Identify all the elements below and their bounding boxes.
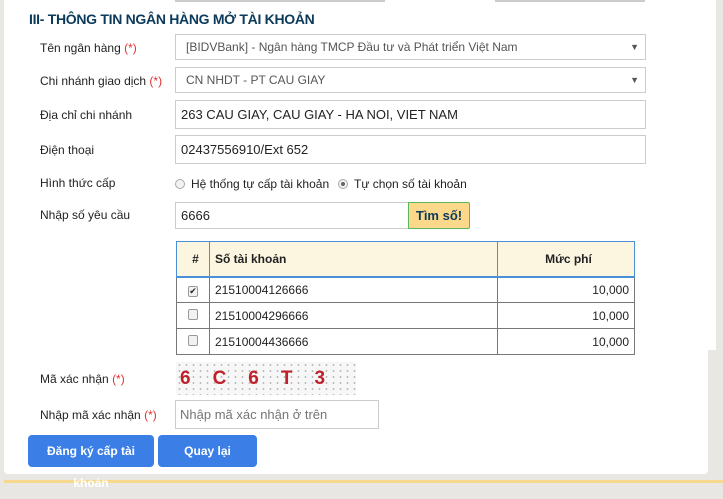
address-label: Địa chỉ chi nhánh (40, 108, 133, 122)
fee: 10,000 (497, 328, 635, 355)
chevron-down-icon: ▼ (630, 42, 639, 52)
row-checkbox[interactable] (188, 334, 198, 346)
fee: 10,000 (497, 302, 635, 329)
account-number: 21510004296666 (209, 302, 498, 329)
radio-selected-icon (338, 179, 348, 189)
account-number: 21510004436666 (209, 328, 498, 355)
col-index: # (176, 241, 210, 278)
back-button[interactable]: Quay lại (158, 435, 257, 467)
panel-edge (708, 0, 716, 350)
phone-label: Điện thoại (40, 143, 95, 157)
branch-select[interactable]: CN NHDT - PT CAU GIAY ▼ (175, 67, 646, 93)
captcha-input[interactable] (175, 400, 379, 429)
fee: 10,000 (497, 276, 635, 303)
register-account-button[interactable]: Đăng ký cấp tài khoản (28, 435, 154, 490)
top-divider (175, 0, 385, 2)
table-row: 21510004436666 10,000 (176, 328, 635, 355)
branch-label: Chi nhánh giao dịch (*) (40, 74, 163, 88)
row-checkbox[interactable]: ✔ (188, 285, 198, 297)
radio-label: Hệ thống tự cấp tài khoản (191, 177, 330, 191)
phone-field[interactable]: 02437556910/Ext 652 (175, 135, 646, 164)
issue-type-label: Hình thức cấp (40, 176, 116, 190)
radio-icon (175, 179, 185, 189)
request-number-input[interactable]: 6666 (175, 202, 409, 229)
bank-select[interactable]: [BIDVBank] - Ngân hàng TMCP Đầu tư và Ph… (175, 34, 646, 60)
top-divider (495, 0, 645, 2)
col-fee: Mức phí (497, 241, 635, 278)
captcha-image: 6C6T3 (176, 362, 356, 395)
row-checkbox[interactable] (188, 308, 198, 320)
table-row: 21510004296666 10,000 (176, 302, 635, 329)
row-checkbox-cell: ✔ (176, 276, 210, 303)
account-number: 21510004126666 (209, 276, 498, 303)
radio-auto-assign[interactable]: Hệ thống tự cấp tài khoản (175, 177, 329, 191)
captcha-label: Mã xác nhận (*) (40, 372, 125, 386)
radio-label: Tự chọn số tài khoản (354, 177, 467, 191)
row-checkbox-cell (176, 328, 210, 355)
find-number-button[interactable]: Tìm số! (408, 202, 470, 229)
captcha-input-label: Nhập mã xác nhận (*) (40, 408, 157, 422)
radio-self-select[interactable]: Tự chọn số tài khoản (338, 177, 467, 191)
col-account: Số tài khoản (209, 241, 498, 278)
account-table: # Số tài khoản Mức phí ✔ 21510004126666 … (176, 241, 635, 355)
table-row: ✔ 21510004126666 10,000 (176, 276, 635, 303)
bank-label: Tên ngân hàng (*) (40, 41, 137, 55)
address-field[interactable]: 263 CAU GIAY, CAU GIAY - HA NOI, VIET NA… (175, 100, 646, 129)
section-title: III- THÔNG TIN NGÂN HÀNG MỞ TÀI KHOẢN (29, 11, 315, 27)
chevron-down-icon: ▼ (630, 75, 639, 85)
request-label: Nhập số yêu cầu (40, 208, 131, 222)
row-checkbox-cell (176, 302, 210, 329)
captcha-text: 6C6T3 (180, 368, 348, 389)
